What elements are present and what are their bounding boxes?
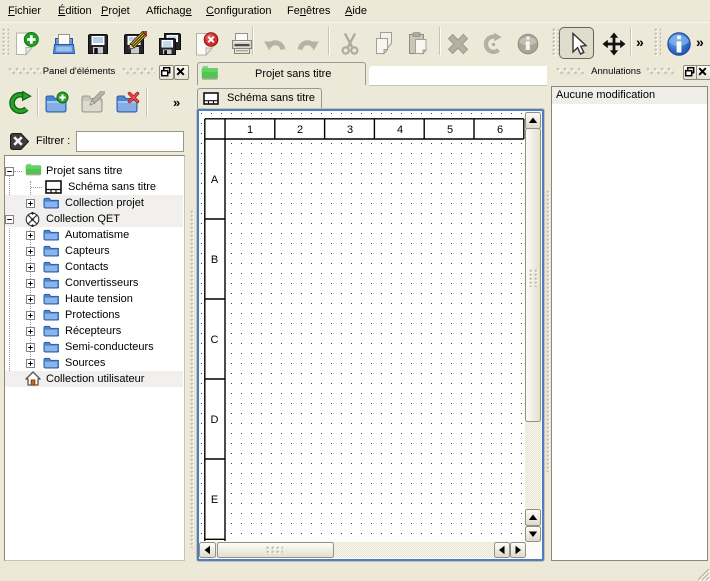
svg-text:5: 5	[447, 124, 453, 136]
svg-text:A: A	[211, 174, 219, 186]
svg-text:4: 4	[397, 124, 403, 136]
svg-text:2: 2	[297, 124, 303, 136]
svg-text:E: E	[211, 494, 218, 506]
svg-text:6: 6	[497, 124, 503, 136]
svg-text:D: D	[211, 414, 219, 426]
svg-text:C: C	[211, 334, 219, 346]
svg-text:3: 3	[347, 124, 353, 136]
svg-text:1: 1	[247, 124, 253, 136]
svg-text:B: B	[211, 254, 218, 266]
